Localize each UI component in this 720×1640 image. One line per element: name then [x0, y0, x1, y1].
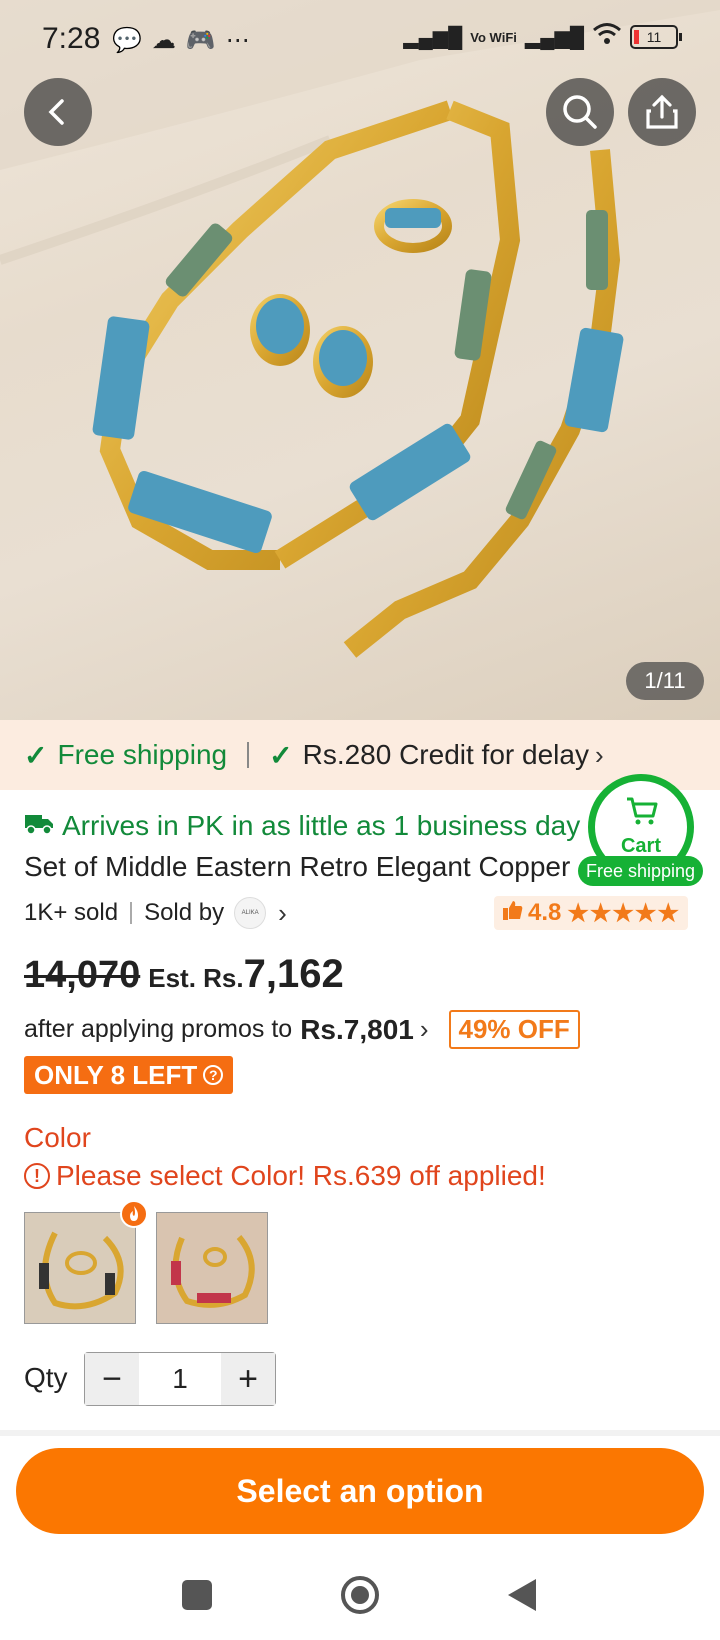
truck-icon [24, 810, 54, 842]
divider [130, 902, 133, 924]
clock: 7:28 [42, 22, 101, 55]
system-icons: ▂▄▆█ Vo WiFi ▂▄▆█ 11 [403, 22, 682, 52]
stock-badge[interactable]: ONLY 8 LEFT ? [24, 1056, 234, 1094]
thumbs-up-icon [502, 899, 524, 928]
quantity-stepper: − 1 + [84, 1352, 276, 1406]
promo-price: Rs.7,801 [300, 1013, 414, 1045]
delay-credit-label: Rs.280 Credit for delay [302, 739, 589, 770]
cloud-icon: ☁ [151, 27, 176, 54]
back-button[interactable] [24, 78, 92, 146]
increase-button[interactable]: + [221, 1353, 275, 1405]
divider [247, 742, 250, 768]
status-bar: 7:28 💬 ☁ 🎮 ⋯ ▂▄▆█ Vo WiFi ▂▄▆█ 11 [0, 0, 720, 78]
chevron-right-icon: › [594, 739, 604, 770]
chevron-right-icon: › [419, 1014, 429, 1044]
swatch-red-gold-image [157, 1213, 267, 1323]
gamepad-icon: 🎮 [185, 27, 216, 54]
chevron-right-icon: › [278, 897, 287, 928]
alert-icon: ! [24, 1163, 50, 1189]
share-icon [646, 94, 678, 129]
search-button[interactable] [546, 78, 614, 146]
check-icon: ✓ [269, 739, 293, 771]
arrival-text: Arrives in PK in as little as 1 business… [62, 810, 581, 841]
color-label: Color [24, 1122, 91, 1153]
discount-badge: 49% OFF [448, 1010, 580, 1049]
rating-stars: ★★★★★ [567, 899, 680, 927]
product-title: Set of Middle Eastern Retro Elegant Copp… [24, 851, 571, 882]
sold-by-label: Sold by [144, 899, 225, 926]
battery-icon: 11 [630, 25, 682, 49]
free-shipping-label: Free shipping [57, 739, 228, 770]
color-option-1[interactable] [24, 1212, 136, 1324]
promo-prefix: after applying promos to [24, 1015, 293, 1043]
cart-icon [627, 797, 658, 825]
rating-value: 4.8 [528, 899, 562, 926]
chevron-left-icon [48, 99, 64, 125]
decrease-button[interactable]: − [85, 1353, 139, 1405]
promo-row[interactable]: after applying promos to Rs.7,801 › 49% … [24, 1010, 580, 1049]
shipping-banner[interactable]: ✓ Free shipping ✓ Rs.280 Credit for dela… [0, 720, 720, 790]
cart-free-shipping-badge: Free shipping [578, 856, 704, 886]
signal-icon: ▂▄▆█ [403, 26, 463, 49]
check-icon: ✓ [24, 739, 48, 771]
notification-icons: 💬 ☁ 🎮 ⋯ [112, 26, 250, 55]
seller-logo: ALIKA [234, 897, 267, 929]
hot-badge [120, 1200, 148, 1228]
signal-icon-2: ▂▄▆█ [524, 26, 584, 49]
estimated-label: Est. Rs. [148, 963, 244, 993]
quantity-value[interactable]: 1 [139, 1353, 221, 1405]
current-price: 7,162 [243, 952, 344, 996]
rating-badge[interactable]: 4.8 ★★★★★ [494, 896, 688, 930]
divider [0, 1430, 720, 1436]
cart-label: Cart [620, 835, 661, 857]
color-option-2[interactable] [156, 1212, 268, 1324]
sold-count: 1K+ sold [24, 899, 119, 926]
swatch-black-gold-image [25, 1213, 135, 1323]
nav-back-button [508, 1579, 536, 1611]
arrival-estimate: Arrives in PK in as little as 1 business… [24, 808, 614, 844]
select-option-button[interactable]: Select an option [16, 1448, 704, 1534]
price-row: 14,070 Est. Rs. 7,162 [24, 952, 344, 997]
color-warning-text: Please select Color! Rs.639 off applied! [56, 1160, 546, 1191]
question-icon: ? [203, 1065, 224, 1085]
system-nav-bar [0, 1560, 720, 1640]
wifi-icon [592, 22, 622, 52]
flame-icon [130, 1206, 138, 1221]
color-warning: ! Please select Color! Rs.639 off applie… [24, 1160, 546, 1192]
qty-label: Qty [24, 1362, 68, 1393]
share-button[interactable] [628, 78, 696, 146]
recents-button [182, 1580, 212, 1610]
more-icon: ⋯ [225, 27, 250, 54]
search-icon [563, 95, 597, 129]
vowifi-label: Vo WiFi [470, 29, 517, 45]
chat-icon: 💬 [112, 27, 142, 54]
sales-info[interactable]: 1K+ sold Sold by ALIKA › [24, 896, 287, 930]
stock-label: ONLY 8 LEFT [34, 1060, 198, 1090]
image-page-indicator: 1/11 [626, 662, 704, 700]
original-price: 14,070 [24, 954, 141, 996]
